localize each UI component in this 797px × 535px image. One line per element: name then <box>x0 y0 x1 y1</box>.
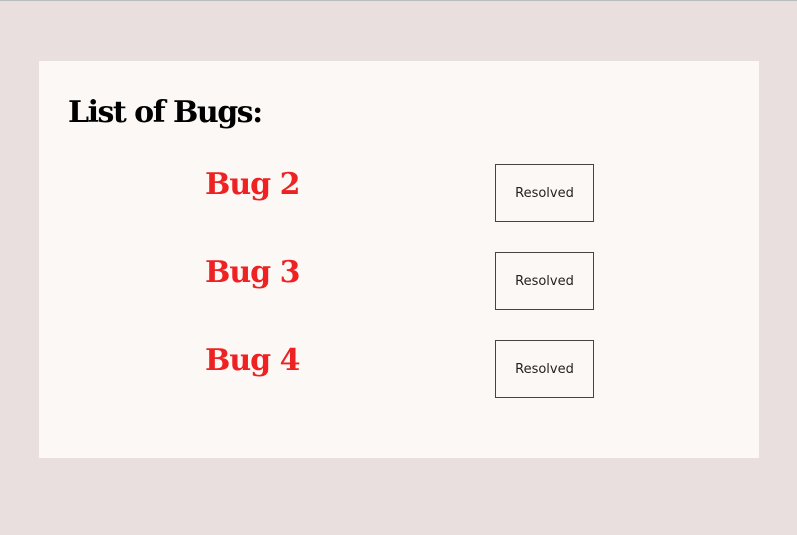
bug-row: Bug 4 Resolved <box>39 340 759 398</box>
bug-name: Bug 4 <box>205 343 300 378</box>
bug-row: Bug 2 Resolved <box>39 164 759 222</box>
page-title: List of Bugs: <box>68 95 263 130</box>
resolved-button[interactable]: Resolved <box>495 252 594 310</box>
bug-name: Bug 2 <box>205 167 300 202</box>
bug-list-card: List of Bugs: Bug 2 Resolved Bug 3 Resol… <box>39 61 759 458</box>
resolved-button[interactable]: Resolved <box>495 340 594 398</box>
resolved-button[interactable]: Resolved <box>495 164 594 222</box>
bug-name: Bug 3 <box>205 255 300 290</box>
bug-row: Bug 3 Resolved <box>39 252 759 310</box>
top-border-line <box>0 0 797 1</box>
